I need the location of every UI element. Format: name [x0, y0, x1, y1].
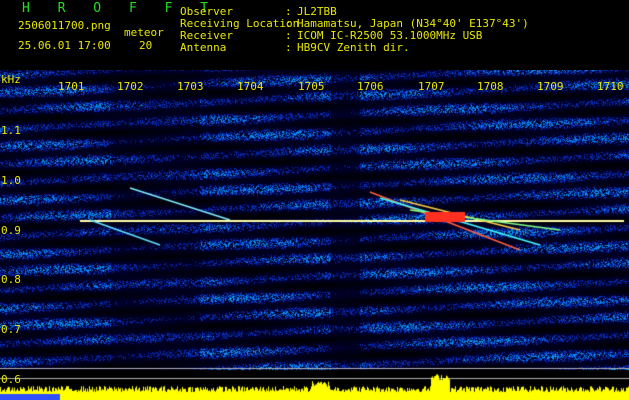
time-tick-1707: 1707: [418, 80, 445, 93]
time-tick-1709: 1709: [537, 80, 564, 93]
freq-tick-0.6: 0.6: [1, 373, 21, 386]
time-tick-1701: 1701: [58, 80, 85, 93]
time-tick-1703: 1703: [177, 80, 204, 93]
freq-tick-0.9: 0.9: [1, 224, 21, 237]
freq-tick-0.7: 0.7: [1, 323, 21, 336]
time-tick-1704: 1704: [237, 80, 264, 93]
freq-tick-1.1: 1.1: [1, 124, 21, 137]
time-tick-1702: 1702: [117, 80, 144, 93]
file-name: 2506011700.png: [18, 19, 111, 32]
time-tick-1706: 1706: [357, 80, 384, 93]
header-panel: H R O F F T 2506011700.png 25.06.01 17:0…: [0, 0, 629, 70]
time-tick-1708: 1708: [477, 80, 504, 93]
time-tick-1705: 1705: [298, 80, 325, 93]
freq-tick-1.0: 1.0: [1, 174, 21, 187]
antenna-colon: :: [285, 41, 292, 54]
meteor-count: 20: [139, 39, 153, 52]
spectrogram-canvas: [0, 70, 629, 400]
antenna-label: Antenna: [180, 41, 227, 54]
time-tick-1710: 1710: [597, 80, 624, 93]
unit-label: kHz: [1, 73, 21, 86]
freq-tick-0.8: 0.8: [1, 273, 21, 286]
date-time: 25.06.01 17:00: [18, 39, 111, 52]
meteor-label: meteor: [124, 26, 164, 39]
antenna-value: HB9CV Zenith dir.: [297, 41, 410, 54]
